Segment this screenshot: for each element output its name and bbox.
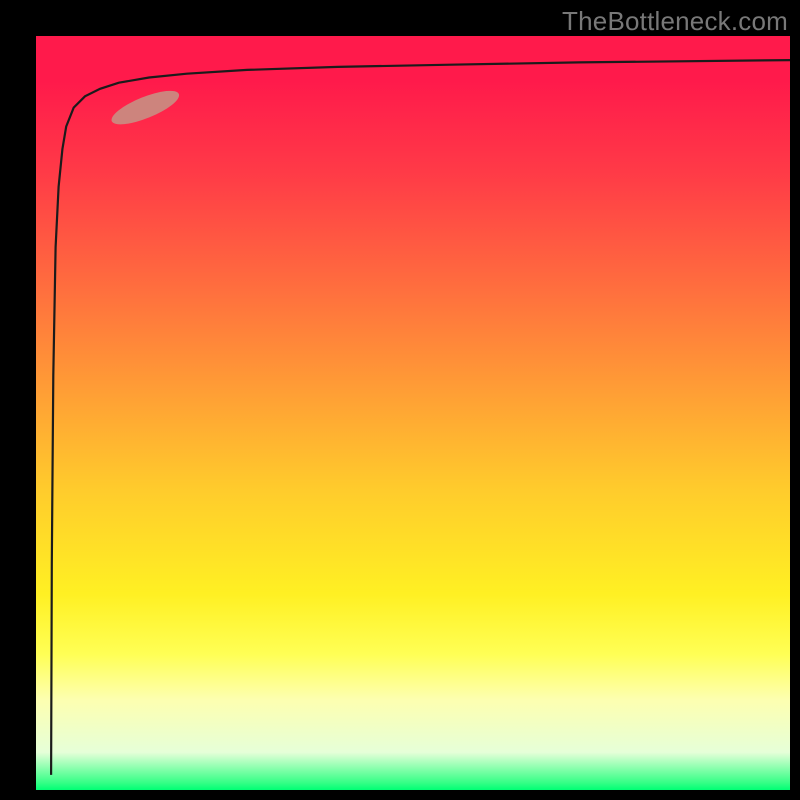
attribution-text: TheBottleneck.com bbox=[562, 6, 788, 37]
main-curve bbox=[51, 60, 790, 775]
curve-marker bbox=[108, 84, 183, 131]
root: TheBottleneck.com bbox=[0, 0, 800, 800]
plot-area bbox=[36, 36, 790, 790]
curve-layer bbox=[36, 36, 790, 790]
